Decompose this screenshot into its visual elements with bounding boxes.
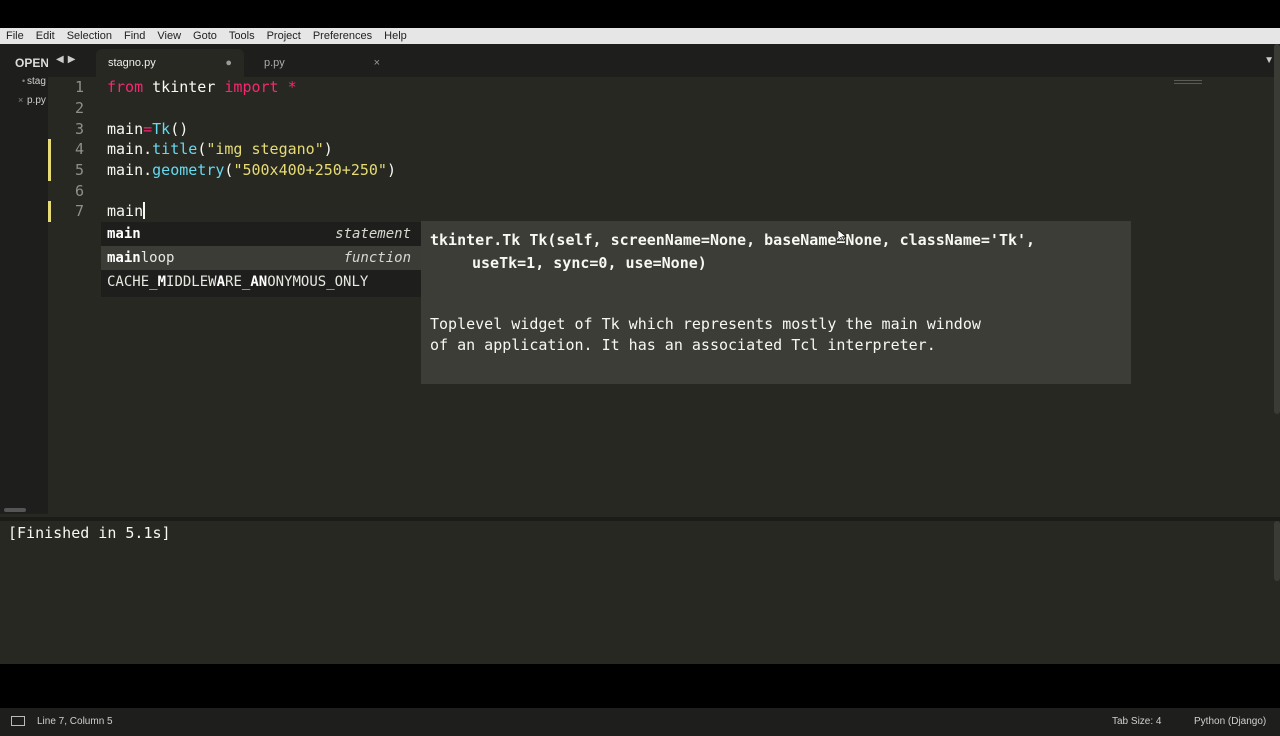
line-number: 6 [74,182,84,200]
status-bar: Line 7, Column 5 Tab Size: 4 Python (Dja… [0,708,1280,736]
menu-find[interactable]: Find [118,30,151,42]
menu-bar: File Edit Selection Find View Goto Tools… [0,28,1280,44]
autocomplete-item-name: main [107,226,141,242]
syntax-indicator[interactable]: Python (Django) [1194,716,1266,727]
line-gutter: 1 2 3 4 5 6 7 [48,77,94,517]
line-number: 2 [74,99,84,117]
tab-label: p.py [264,57,285,69]
sidebar: OPEN • stag × p.py [0,44,48,514]
build-output-panel: [Finished in 5.1s] [0,521,1280,664]
unsaved-dot-icon[interactable]: ● [225,57,232,69]
text-cursor [143,202,146,219]
code-line-3: main=Tk() [107,120,189,138]
mouse-pointer-icon [838,230,847,242]
editor-scrollbar[interactable] [1274,44,1280,414]
autocomplete-item-kind: function [343,250,411,266]
build-output-text: [Finished in 5.1s] [8,524,171,542]
tab-size-indicator[interactable]: Tab Size: 4 [1112,716,1161,727]
autocomplete-popup: main statement mainloop function CACHE_M… [101,222,421,297]
tab-bar: ◀▶ stagno.py ● p.py × ▼ [48,44,1280,77]
signature-help-popup: tkinter.Tk Tk(self, screenName=None, bas… [421,221,1131,384]
line-number: 3 [74,120,84,138]
line-number: 1 [74,78,84,96]
output-scrollbar[interactable] [1274,521,1280,581]
editor-window: OPEN • stag × p.py ◀▶ stagno.py ● p.py ×… [0,44,1280,736]
open-files-header: OPEN [15,56,48,70]
line-number: 7 [74,202,84,220]
sidebar-scrollbar[interactable] [4,508,26,512]
autocomplete-item[interactable]: main statement [101,222,421,246]
menu-help[interactable]: Help [378,30,413,42]
code-line-1: from tkinter import * [107,78,297,96]
docstring-line-2: of an application. It has an associated … [430,336,936,354]
sidebar-file-stagno[interactable]: stag [27,76,46,87]
menu-goto[interactable]: Goto [187,30,223,42]
signature-line-2: useTk=1, sync=0, use=None) [472,254,707,272]
minimap[interactable] [1174,80,1202,88]
menu-edit[interactable]: Edit [30,30,61,42]
tab-nav-arrows-icon[interactable]: ◀▶ [56,54,79,65]
close-file-icon[interactable]: × [18,95,23,105]
panel-toggle-icon[interactable] [11,716,25,726]
autocomplete-item-name: mainloop [107,250,175,266]
tab-label: stagno.py [108,57,156,69]
code-line-4: main.title("img stegano") [107,140,333,158]
tab-p[interactable]: p.py × [252,49,392,77]
tab-stagno[interactable]: stagno.py ● [96,49,244,77]
autocomplete-item-name: CACHE_MIDDLEWARE_ANONYMOUS_ONLY [107,274,369,290]
menu-preferences[interactable]: Preferences [307,30,378,42]
autocomplete-item[interactable]: CACHE_MIDDLEWARE_ANONYMOUS_ONLY [101,270,421,294]
line-number: 4 [74,140,84,158]
code-line-7: main [107,202,146,220]
docstring-line-1: Toplevel widget of Tk which represents m… [430,315,981,333]
sidebar-file-p[interactable]: p.py [27,95,46,106]
menu-project[interactable]: Project [261,30,307,42]
close-tab-icon[interactable]: × [374,57,380,69]
menu-file[interactable]: File [0,30,30,42]
autocomplete-item-selected[interactable]: mainloop function [101,246,421,270]
signature-line-1: tkinter.Tk Tk(self, screenName=None, bas… [430,231,1036,249]
menu-view[interactable]: View [151,30,187,42]
code-line-5: main.geometry("500x400+250+250") [107,161,396,179]
menu-tools[interactable]: Tools [223,30,261,42]
menu-selection[interactable]: Selection [61,30,118,42]
tab-dropdown-icon[interactable]: ▼ [1264,55,1274,66]
unsaved-dot-icon[interactable]: • [22,76,25,86]
autocomplete-item-kind: statement [335,226,411,242]
line-number: 5 [74,161,84,179]
cursor-position[interactable]: Line 7, Column 5 [37,716,113,727]
